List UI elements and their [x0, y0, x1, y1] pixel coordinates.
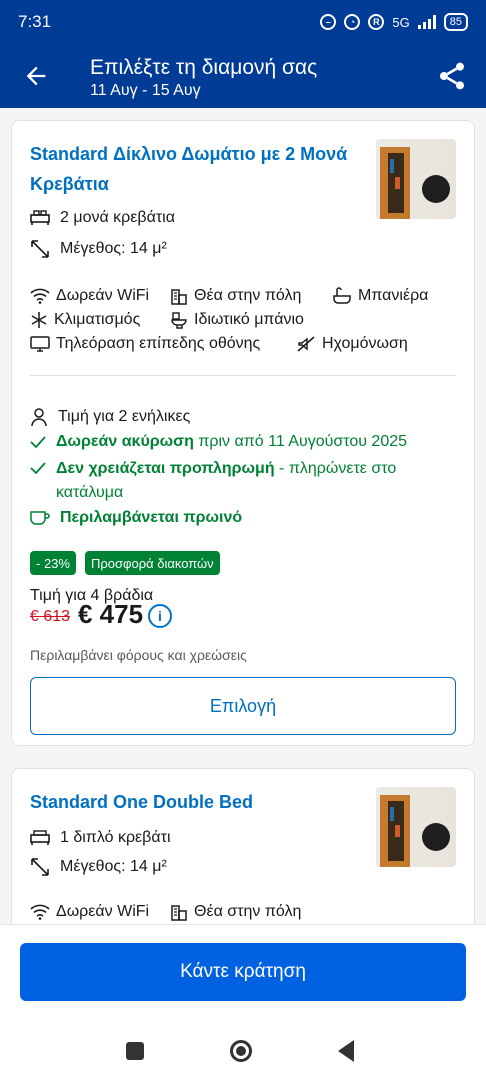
size-text: Μέγεθος: 14 μ²: [60, 858, 167, 875]
discounted-price: € 475: [78, 599, 144, 629]
price-info-icon[interactable]: i: [148, 604, 172, 628]
amenity-wifi: Δωρεάν WiFi: [30, 903, 149, 921]
breakfast-row: Περιλαμβάνεται πρωινό: [30, 509, 242, 527]
free-cancel-label: Δωρεάν ακύρωση: [56, 433, 194, 450]
taxes-note: Περιλαμβάνει φόρους και χρεώσεις: [30, 647, 247, 663]
room-title[interactable]: Standard Δίκλινο Δωμάτιο με 2 Μονά Κρεβά…: [30, 139, 360, 199]
person-icon: [31, 408, 47, 427]
price-for-text: Τιμή για 2 ενήλικες: [58, 408, 191, 425]
system-nav-bar: [0, 1024, 486, 1080]
app-bar: Επιλέξτε τη διαμονή σας 11 Αυγ - 15 Αυγ: [0, 44, 486, 108]
amenity-tv: Τηλεόραση επίπεδης οθόνης: [30, 335, 260, 353]
amenity-ac: Κλιματισμός: [30, 311, 140, 329]
stay-dates: 11 Αυγ - 15 Αυγ: [90, 82, 201, 99]
beds-text: 2 μονά κρεβάτια: [60, 209, 175, 226]
network-label: 5G: [392, 14, 410, 30]
check-icon: [30, 462, 46, 475]
room-card: Standard Δίκλινο Δωμάτιο με 2 Μονά Κρεβά…: [11, 120, 475, 746]
back-triangle-icon[interactable]: [338, 1040, 354, 1062]
free-cancel-row: Δωρεάν ακύρωση πριν από 11 Αυγούστου 202…: [30, 433, 407, 451]
back-arrow-icon[interactable]: [22, 62, 50, 90]
page-title: Επιλέξτε τη διαμονή σας: [90, 56, 318, 79]
coffee-cup-icon: [30, 511, 50, 525]
size-row: Μέγεθος: 14 μ²: [30, 857, 167, 877]
city-icon: [171, 905, 187, 921]
beds-text: 1 διπλό κρεβάτι: [60, 829, 171, 846]
beds-row: 2 μονά κρεβάτια: [30, 209, 175, 227]
room-list[interactable]: Standard Δίκλινο Δωμάτιο με 2 Μονά Κρεβά…: [0, 108, 486, 924]
soundproof-icon: [297, 336, 315, 352]
room-card: Standard One Double Bed 1 διπλό κρεβάτι …: [11, 768, 475, 924]
amenity-city-view: Θέα στην πόλη: [170, 903, 301, 921]
breakfast-text: Περιλαμβάνεται πρωινό: [60, 509, 243, 526]
divider: [30, 375, 456, 376]
check-icon: [30, 436, 46, 449]
alarm-icon: ◔: [344, 14, 361, 30]
city-icon: [171, 289, 187, 305]
deal-badge: Προσφορά διακοπών: [85, 551, 220, 575]
status-bar: 7:31 – ◔ R 5G 85: [0, 0, 486, 44]
amenity-private-bath: Ιδιωτικό μπάνιο: [170, 311, 304, 329]
room-photo[interactable]: [376, 787, 456, 867]
select-room-button[interactable]: Επιλογή: [30, 677, 456, 735]
wifi-icon: [30, 904, 50, 920]
toilet-icon: [171, 312, 187, 329]
home-icon[interactable]: [230, 1040, 252, 1062]
tv-icon: [30, 336, 50, 352]
amenity-city-view: Θέα στην πόλη: [170, 287, 301, 305]
free-cancel-date: πριν από 11 Αυγούστου 2025: [193, 433, 408, 450]
original-price: € 613: [30, 608, 71, 625]
recents-icon[interactable]: [126, 1042, 144, 1060]
bottom-action-bar: Κάντε κράτηση: [0, 924, 486, 1024]
amenity-bathtub: Μπανιέρα: [332, 287, 428, 305]
no-prepay-row: Δεν χρειάζεται προπληρωμή - πληρώνετε στ…: [30, 457, 430, 505]
bed-icon: [30, 830, 50, 845]
wifi-icon: [30, 288, 50, 304]
bathtub-icon: [333, 287, 351, 304]
room-size-icon: [31, 858, 49, 876]
room-title[interactable]: Standard One Double Bed: [30, 787, 360, 817]
bed-icon: [30, 210, 50, 225]
room-size-icon: [31, 240, 49, 258]
price-for-row: Τιμή για 2 ενήλικες: [30, 407, 190, 427]
battery-icon: 85: [443, 13, 468, 31]
amenity-soundproof: Ηχομόνωση: [296, 335, 408, 353]
size-row: Μέγεθος: 14 μ²: [30, 239, 167, 259]
room-photo[interactable]: [376, 139, 456, 219]
data-saver-icon: –: [320, 14, 337, 30]
discount-badge: - 23%: [30, 551, 76, 575]
signal-icon: [417, 15, 436, 29]
no-prepay-label: Δεν χρειάζεται προπληρωμή: [56, 460, 275, 477]
registered-icon: R: [368, 14, 385, 30]
snowflake-icon: [31, 312, 47, 328]
status-time: 7:31: [18, 12, 52, 31]
share-icon[interactable]: [436, 60, 468, 92]
beds-row: 1 διπλό κρεβάτι: [30, 829, 171, 847]
book-button[interactable]: Κάντε κράτηση: [20, 943, 466, 1001]
size-text: Μέγεθος: 14 μ²: [60, 240, 167, 257]
amenity-wifi: Δωρεάν WiFi: [30, 287, 149, 305]
